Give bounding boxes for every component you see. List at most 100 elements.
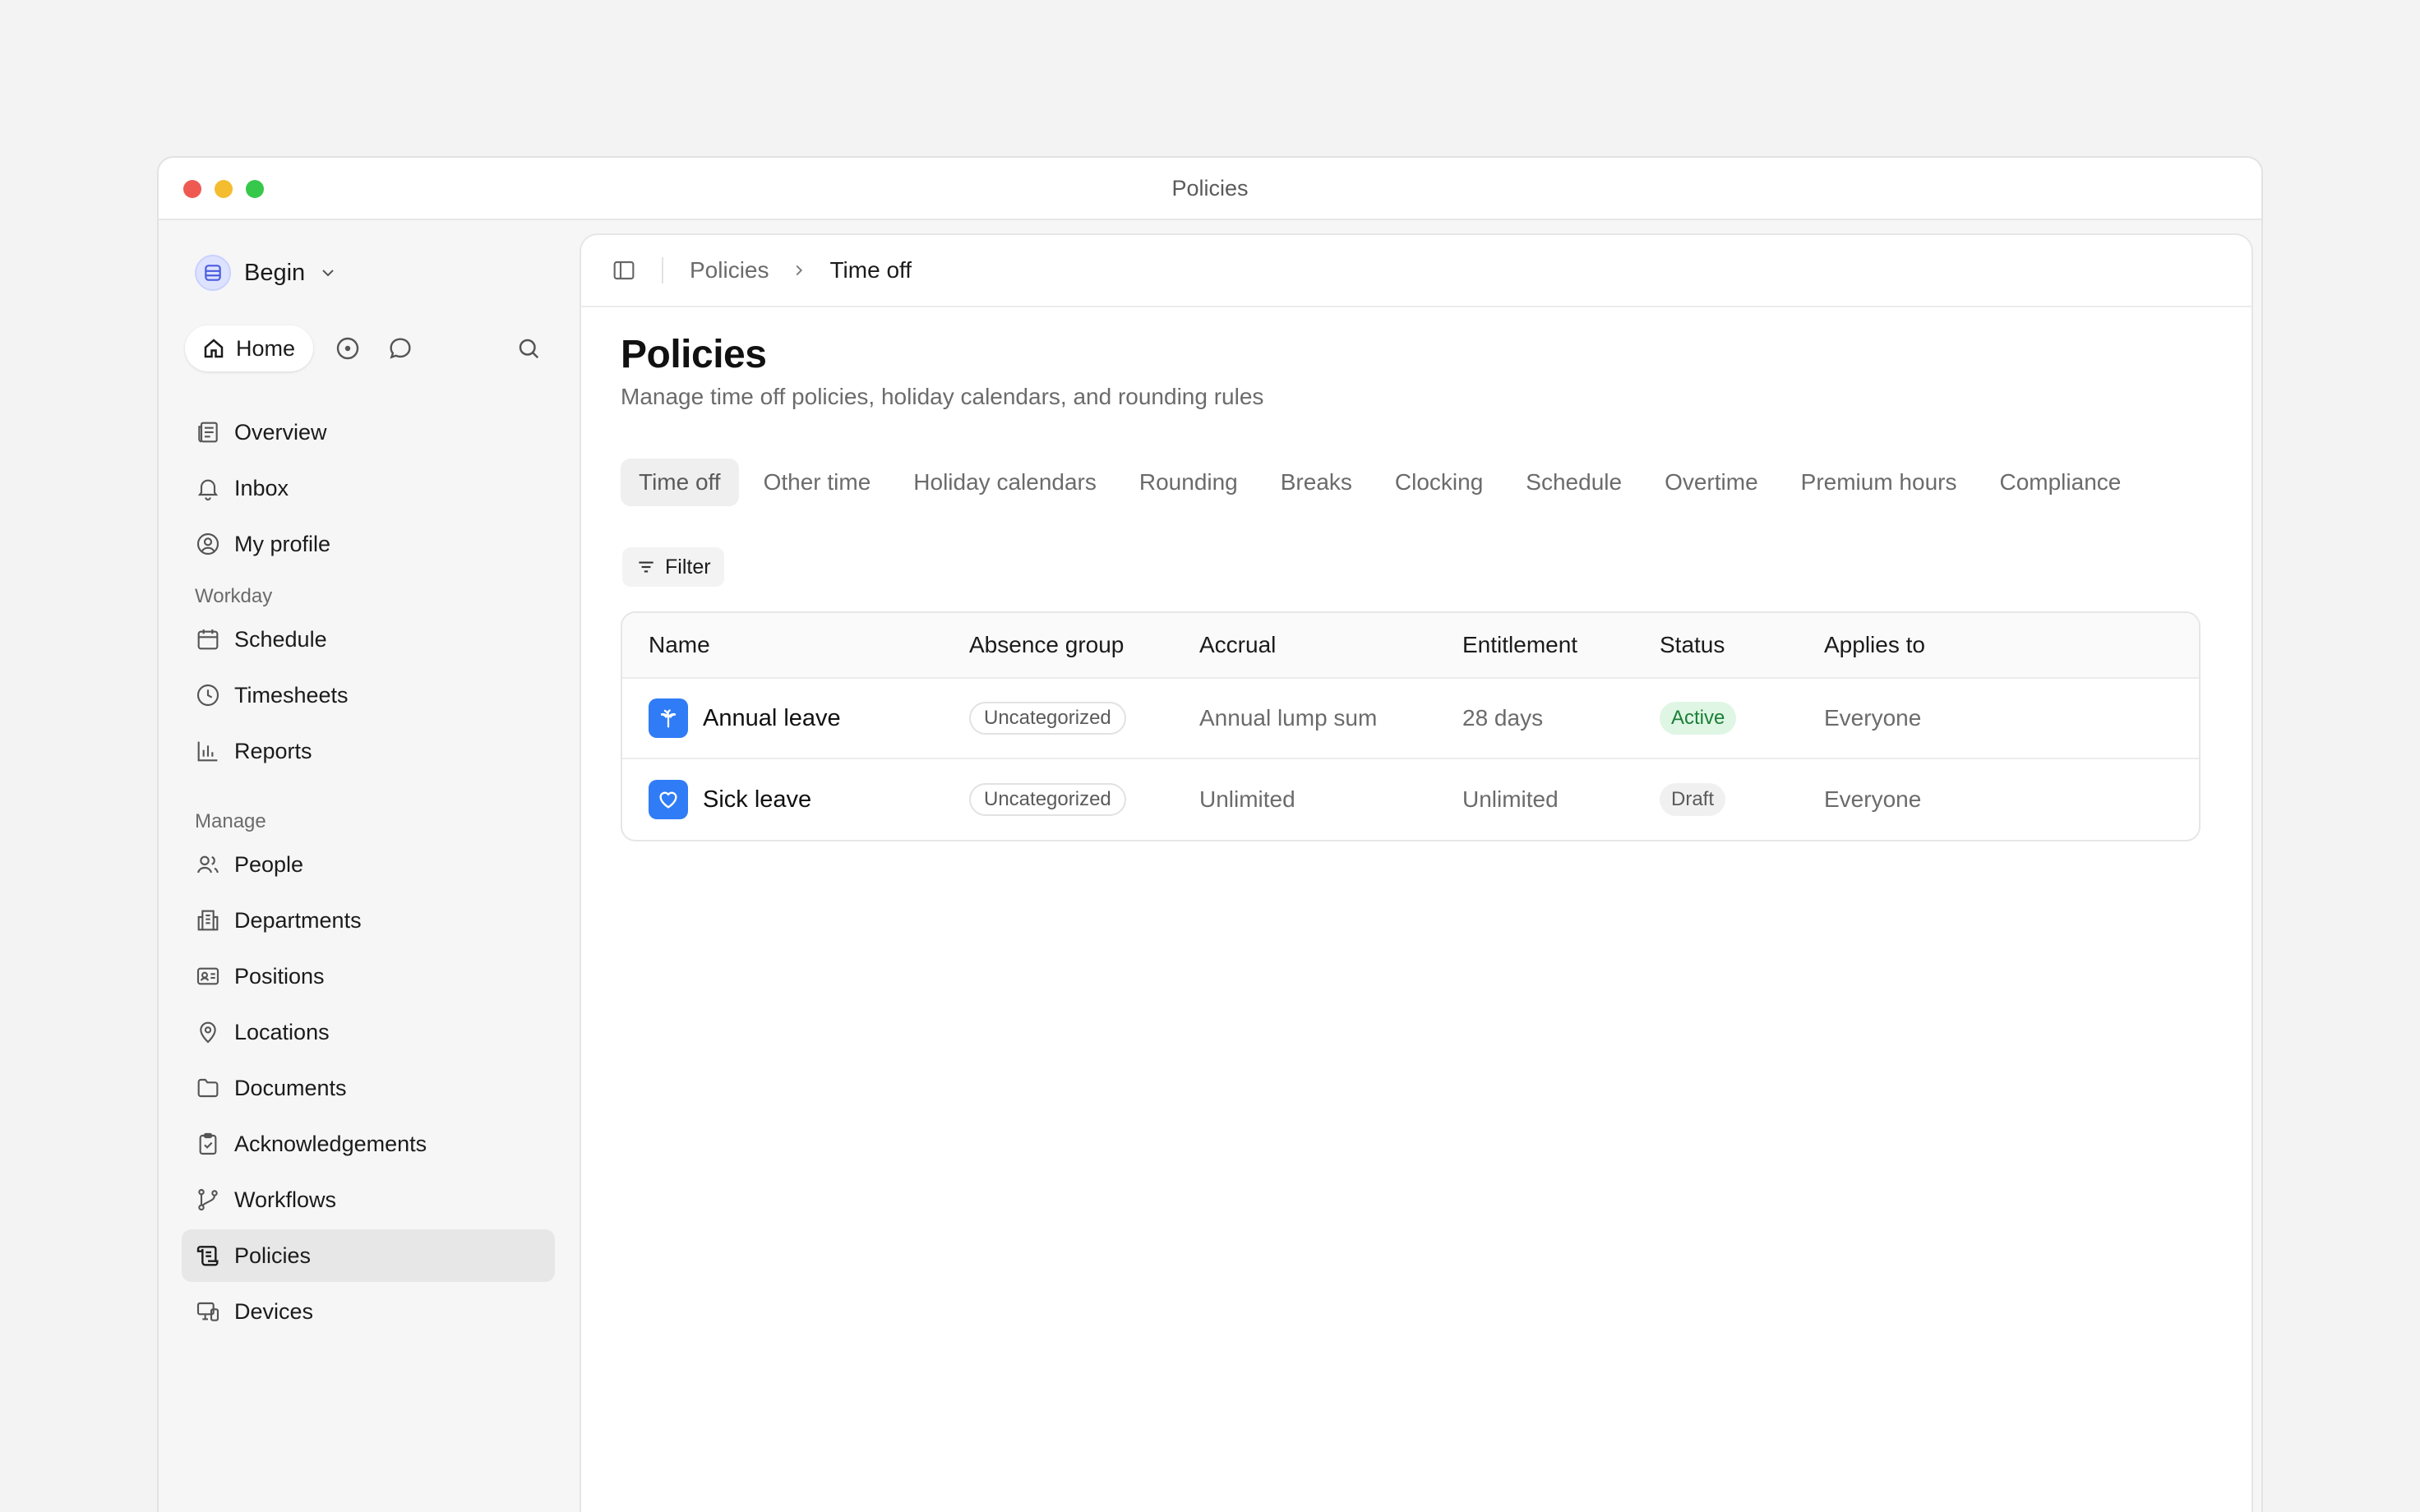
sidebar-item-label: People (234, 851, 304, 877)
tab-schedule[interactable]: Schedule (1508, 459, 1640, 506)
policy-tabs: Time off Other time Holiday calendars Ro… (621, 459, 2142, 506)
sidebar-item-workflows[interactable]: Workflows (182, 1173, 555, 1226)
minimize-window-button[interactable] (215, 180, 233, 198)
sidebar-toggle-icon[interactable] (611, 257, 637, 284)
sidebar-item-inbox[interactable]: Inbox (182, 462, 555, 514)
table-row[interactable]: Annual leave Uncategorized Annual lump s… (622, 679, 2199, 759)
entitlement-value: 28 days (1462, 705, 1544, 731)
sidebar-item-label: Timesheets (234, 682, 349, 708)
sidebar-item-positions[interactable]: Positions (182, 950, 555, 1003)
workspace-logo-icon (195, 255, 231, 291)
table-row[interactable]: Sick leave Uncategorized Unlimited Unlim… (622, 759, 2199, 840)
filter-label: Filter (665, 555, 711, 579)
nav-list-top: Overview Inbox My profile (182, 406, 555, 574)
map-pin-icon (200, 1021, 216, 1044)
scroll-icon (196, 1246, 219, 1266)
page-subtitle: Manage time off policies, holiday calend… (621, 384, 1264, 409)
sidebar-item-label: Acknowledgements (234, 1131, 427, 1156)
nav-list-manage: Manage People Departments Positions Loca… (182, 805, 555, 1341)
toolbar-divider (662, 257, 663, 284)
activity-button[interactable] (330, 330, 366, 366)
sidebar-item-label: Workflows (234, 1187, 337, 1212)
column-header-status[interactable]: Status (1660, 632, 1824, 658)
sidebar-item-schedule[interactable]: Schedule (182, 613, 555, 666)
filter-button[interactable]: Filter (622, 547, 724, 587)
window-controls (183, 180, 264, 198)
sidebar-item-label: Inbox (234, 475, 289, 500)
tab-premium-hours[interactable]: Premium hours (1783, 459, 1975, 506)
title-bar: Policies (159, 158, 2261, 220)
column-header-absence-group[interactable]: Absence group (969, 632, 1199, 658)
sidebar-item-locations[interactable]: Locations (182, 1006, 555, 1058)
search-icon (519, 339, 539, 359)
sidebar-item-acknowledgements[interactable]: Acknowledgements (182, 1118, 555, 1170)
breadcrumb: Policies Time off (690, 257, 912, 284)
policy-name-cell: Sick leave (622, 780, 969, 819)
section-heading-manage: Manage (195, 810, 266, 832)
sidebar-item-devices[interactable]: Devices (182, 1285, 555, 1338)
column-header-applies-to[interactable]: Applies to (1824, 632, 2199, 658)
applies-to-value: Everyone (1824, 786, 1922, 812)
home-label: Home (236, 335, 296, 361)
policy-name: Annual leave (703, 704, 841, 731)
tab-other-time[interactable]: Other time (746, 459, 889, 506)
section-heading-workday: Workday (195, 585, 273, 607)
sidebar-item-reports[interactable]: Reports (182, 725, 555, 777)
target-icon (336, 337, 359, 360)
home-icon (204, 339, 224, 358)
filter-icon (639, 561, 653, 573)
window-title: Policies (1171, 175, 1249, 201)
sidebar-item-people[interactable]: People (182, 838, 555, 891)
status-badge: Draft (1660, 783, 1726, 816)
tab-compliance[interactable]: Compliance (1981, 459, 2139, 506)
messages-button[interactable] (382, 330, 418, 366)
tab-clocking[interactable]: Clocking (1377, 459, 1501, 506)
search-button[interactable] (510, 330, 547, 366)
sidebar-item-timesheets[interactable]: Timesheets (182, 669, 555, 721)
page-title: Policies (621, 333, 767, 376)
tab-time-off[interactable]: Time off (621, 459, 739, 506)
main-panel: Policies Time off Policies Manage time o… (580, 233, 2253, 1512)
clipboard-check-icon (199, 1132, 217, 1155)
heart-icon (649, 780, 688, 819)
sidebar-item-departments[interactable]: Departments (182, 894, 555, 947)
sidebar-item-documents[interactable]: Documents (182, 1062, 555, 1114)
calendar-icon (197, 629, 219, 650)
policy-name: Sick leave (703, 786, 812, 813)
policies-table: Name Absence group Accrual Entitlement S… (621, 611, 2201, 841)
column-header-name[interactable]: Name (622, 632, 969, 658)
column-header-entitlement[interactable]: Entitlement (1462, 632, 1660, 658)
tab-breaks[interactable]: Breaks (1263, 459, 1370, 506)
absence-group-tag: Uncategorized (969, 702, 1126, 735)
breadcrumb-parent-link[interactable]: Policies (690, 257, 769, 284)
status-badge: Active (1660, 702, 1737, 735)
workspace-name: Begin (244, 259, 306, 286)
building-icon (197, 910, 219, 931)
sidebar-item-label: Reports (234, 738, 312, 763)
column-header-accrual[interactable]: Accrual (1199, 632, 1462, 658)
app-window: Policies Begin Home Overview Inbox My pr… (157, 156, 2263, 1512)
bar-chart-icon (197, 741, 218, 762)
newspaper-icon (198, 422, 218, 443)
tab-overtime[interactable]: Overtime (1646, 459, 1776, 506)
tab-holiday-calendars[interactable]: Holiday calendars (895, 459, 1115, 506)
accrual-value: Unlimited (1199, 786, 1295, 812)
close-window-button[interactable] (183, 180, 201, 198)
chevron-right-icon (790, 261, 808, 279)
workspace-switcher[interactable]: Begin (195, 255, 338, 291)
sidebar-item-label: Schedule (234, 626, 327, 652)
sidebar-item-policies[interactable]: Policies (182, 1229, 555, 1282)
accrual-value: Annual lump sum (1199, 705, 1378, 731)
applies-to-value: Everyone (1824, 705, 1922, 731)
page-header: Policies Manage time off policies, holid… (621, 332, 1263, 410)
home-button[interactable]: Home (185, 325, 314, 371)
breadcrumb-bar: Policies Time off (581, 235, 2251, 307)
sidebar-item-my-profile[interactable]: My profile (182, 518, 555, 570)
user-circle-icon (196, 532, 219, 555)
sidebar-item-overview[interactable]: Overview (182, 406, 555, 459)
zoom-window-button[interactable] (246, 180, 264, 198)
sidebar-item-label: Policies (234, 1242, 312, 1268)
sidebar-item-label: Locations (234, 1019, 330, 1044)
tab-rounding[interactable]: Rounding (1121, 459, 1256, 506)
sidebar-item-label: Positions (234, 963, 325, 989)
